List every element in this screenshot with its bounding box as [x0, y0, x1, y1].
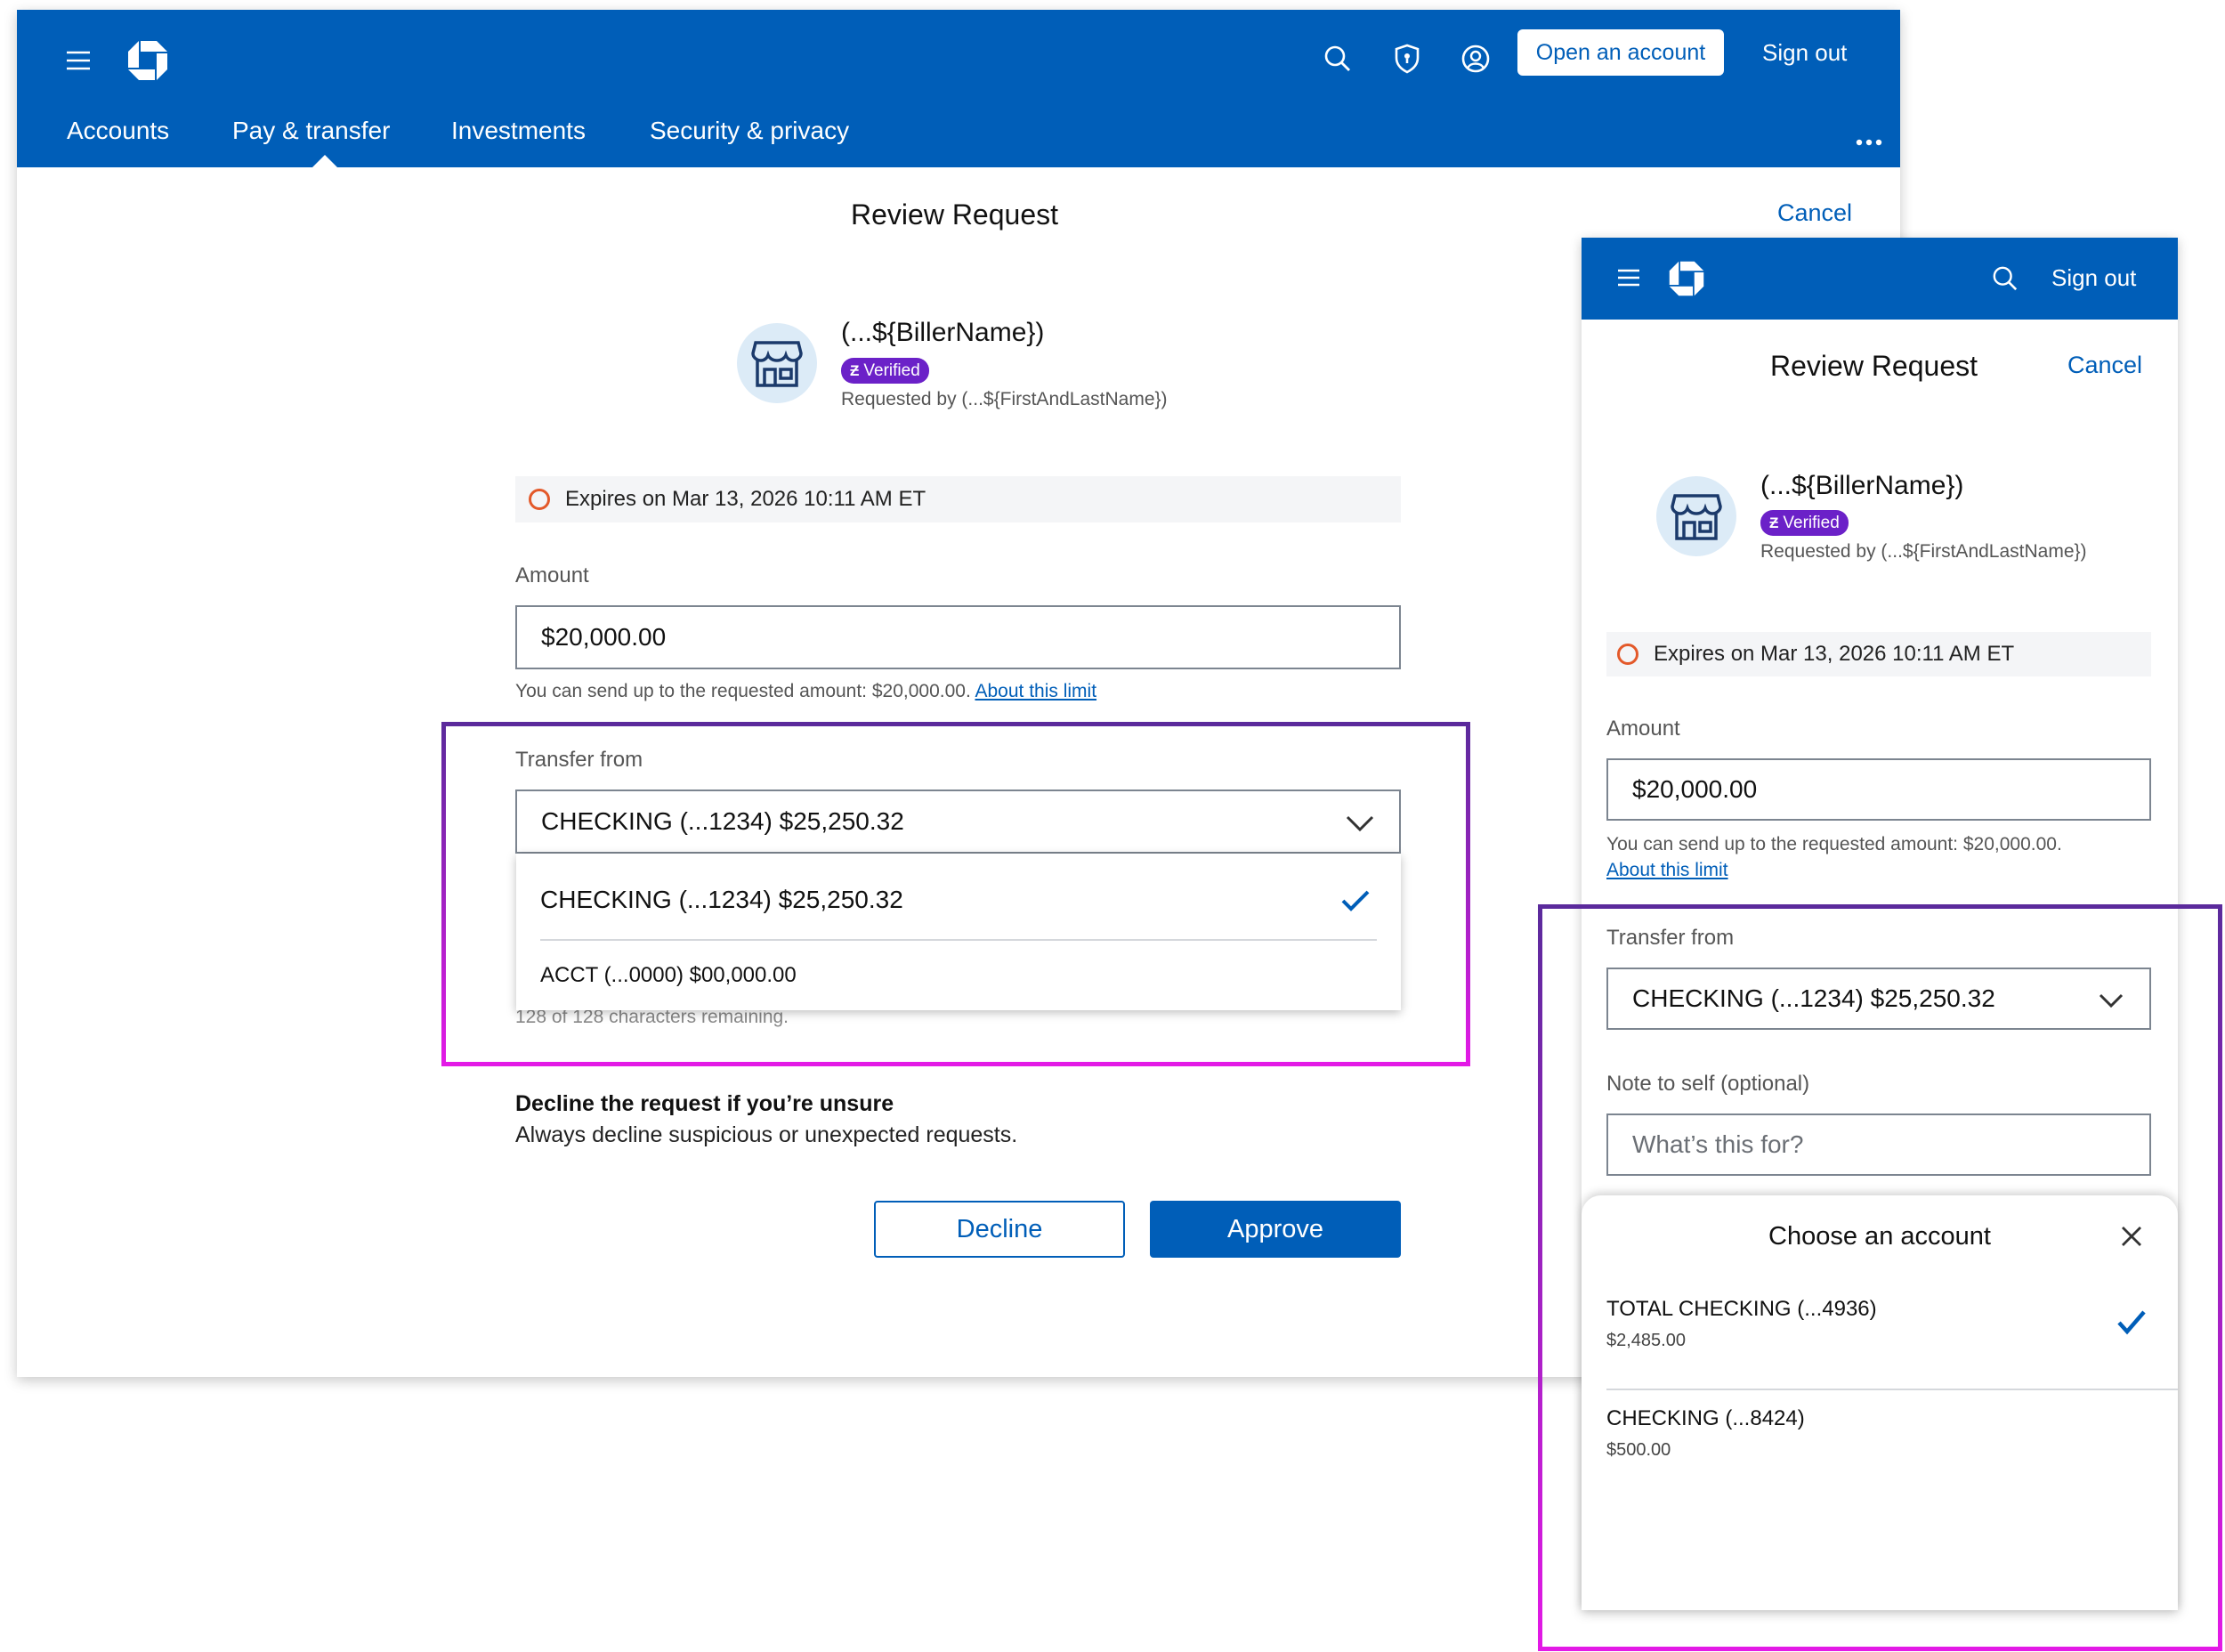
chase-logo-icon[interactable]	[1665, 257, 1708, 300]
expiry-banner: Expires on Mar 13, 2026 10:11 AM ET	[1606, 632, 2151, 676]
tab-accounts[interactable]: Accounts	[67, 117, 169, 145]
open-account-button[interactable]: Open an account	[1517, 29, 1724, 76]
zelle-icon: Ƶ	[1769, 514, 1779, 531]
decline-subtext: Always decline suspicious or unexpected …	[515, 1122, 1018, 1147]
decline-heading: Decline the request if you’re unsure	[515, 1091, 894, 1116]
transfer-highlight-box	[441, 722, 1470, 1066]
page-title: Review Request	[851, 198, 1058, 231]
amount-helper-text: You can send up to the requested amount:…	[515, 681, 971, 701]
clock-ring-icon	[529, 489, 550, 510]
amount-label: Amount	[515, 563, 589, 587]
amount-helper: You can send up to the requested amount:…	[515, 678, 1096, 704]
about-limit-link[interactable]: About this limit	[975, 681, 1096, 701]
sign-out-link[interactable]: Sign out	[2051, 264, 2136, 292]
page-title: Review Request	[1770, 350, 1978, 382]
tab-security-privacy[interactable]: Security & privacy	[650, 117, 849, 145]
verified-badge: Ƶ Verified	[841, 358, 929, 384]
verified-label: Verified	[863, 360, 920, 380]
storefront-icon	[1671, 494, 1722, 540]
expiry-banner: Expires on Mar 13, 2026 10:11 AM ET	[515, 476, 1401, 522]
amount-helper-text: You can send up to the requested amount:…	[1606, 834, 2062, 854]
cancel-link[interactable]: Cancel	[2067, 352, 2142, 379]
menu-icon[interactable]	[1614, 263, 1644, 293]
sign-out-link[interactable]: Sign out	[1762, 39, 1847, 67]
cancel-link[interactable]: Cancel	[1777, 199, 1852, 227]
approve-button[interactable]: Approve	[1150, 1201, 1401, 1258]
amount-label: Amount	[1606, 717, 1680, 741]
menu-icon[interactable]	[61, 44, 95, 77]
biller-avatar	[1656, 476, 1736, 556]
amount-helper: You can send up to the requested amount:…	[1606, 831, 2151, 883]
amount-input[interactable]: $20,000.00	[1606, 758, 2151, 821]
more-dots-icon[interactable]	[1856, 134, 1882, 146]
tab-pay-transfer[interactable]: Pay & transfer	[232, 117, 390, 145]
expiry-text: Expires on Mar 13, 2026 10:11 AM ET	[565, 487, 926, 511]
search-icon[interactable]	[1987, 261, 2023, 296]
biller-name: (...${BillerName})	[1760, 471, 1964, 500]
about-limit-link[interactable]: About this limit	[1606, 860, 1728, 880]
biller-name: (...${BillerName})	[841, 318, 1045, 347]
shield-icon[interactable]	[1388, 39, 1427, 78]
requested-by: Requested by (...${FirstAndLastName})	[1760, 541, 2087, 562]
active-tab-indicator	[312, 155, 337, 167]
tab-investments[interactable]: Investments	[451, 117, 586, 145]
biller-avatar	[737, 323, 817, 403]
amount-input[interactable]: $20,000.00	[515, 605, 1401, 669]
expiry-text: Expires on Mar 13, 2026 10:11 AM ET	[1654, 642, 2015, 666]
storefront-icon	[751, 341, 803, 387]
desktop-header: Open an account Sign out Accounts Pay & …	[17, 10, 1900, 167]
clock-ring-icon	[1617, 644, 1638, 665]
verified-badge: Ƶ Verified	[1760, 510, 1849, 536]
search-icon[interactable]	[1318, 39, 1357, 78]
mobile-header: Sign out	[1582, 238, 2178, 320]
verified-label: Verified	[1783, 513, 1840, 532]
mobile-highlight-box	[1538, 904, 2222, 1651]
zelle-icon: Ƶ	[850, 361, 860, 379]
chase-logo-icon[interactable]	[119, 32, 176, 89]
decline-button[interactable]: Decline	[874, 1201, 1125, 1258]
profile-icon[interactable]	[1456, 39, 1495, 78]
requested-by: Requested by (...${FirstAndLastName})	[841, 389, 1168, 409]
